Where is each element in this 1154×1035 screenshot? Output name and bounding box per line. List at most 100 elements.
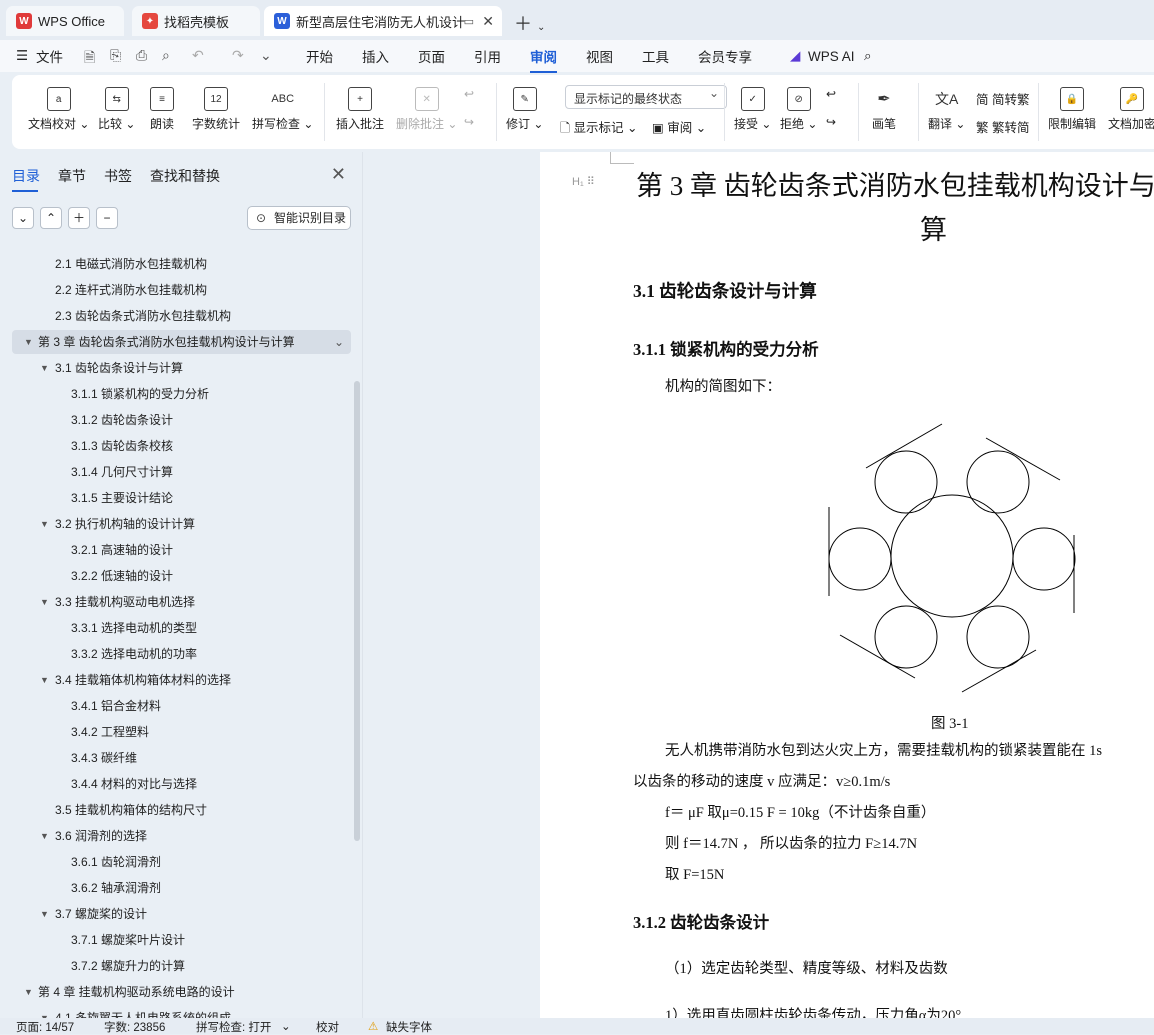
toc-item[interactable]: ▼ 3.7 螺旋桨的设计 [0,902,352,926]
toc-item[interactable]: ▼ 3.3 挂载机构驱动电机选择 [0,590,352,614]
next-comment-icon[interactable]: ↪ [464,115,474,129]
expand-triangle-icon[interactable]: ▼ [40,512,49,536]
prev-comment-icon[interactable]: ↩ [464,87,474,101]
undo-icon[interactable]: ↶ [192,47,204,64]
menu-file[interactable]: 文件 [36,46,63,66]
toc-item-selected[interactable]: ▼ 第 3 章 齿轮齿条式消防水包挂载机构设计与计算 [12,330,351,354]
expand-triangle-icon[interactable]: ▼ [24,330,33,354]
new-tab-icon[interactable]: ＋ ⌄ [514,10,545,36]
toc-item[interactable]: ▼ 4.1 多旋翼无人机电路系统的组成 [0,1006,352,1018]
page-indicator[interactable]: 页面: 14/57 [16,1019,74,1035]
remove-heading-icon[interactable]: − [96,207,118,229]
prev-change-icon[interactable]: ↩ [826,87,836,101]
menu-review[interactable]: 审阅 [530,46,557,73]
menu-insert[interactable]: 插入 [362,46,389,66]
toc-item[interactable]: ▼ 3.4 挂载箱体机构箱体材料的选择 [0,668,352,692]
tab-find-replace[interactable]: 查找和替换 [150,166,220,186]
toc-item[interactable]: 2.2 连杆式消防水包挂载机构 [0,278,352,302]
smart-toc-button[interactable]: 智能识别目录 [247,206,351,230]
toc-item[interactable]: 3.3.1 选择电动机的类型 [0,616,352,640]
reject-button[interactable]: ⊘ 拒绝 ⌄ [780,87,817,132]
menu-start[interactable]: 开始 [306,46,333,66]
toc-item[interactable]: ▼ 3.1 齿轮齿条设计与计算 [0,356,352,380]
expand-triangle-icon[interactable]: ▼ [40,590,49,614]
toc-item[interactable]: 3.2.1 高速轴的设计 [0,538,352,562]
to-simplified-button[interactable]: 繁 繁转简 [976,117,1030,136]
close-tab-icon[interactable]: ✕ [482,13,494,30]
expand-triangle-icon[interactable]: ▼ [40,824,49,848]
delete-comment-button[interactable]: ✕ 删除批注 ⌄ [396,87,457,132]
toc-item[interactable]: 3.4.2 工程塑料 [0,720,352,744]
collapse-icon[interactable]: ⌄ [12,207,34,229]
close-pane-icon[interactable]: ✕ [331,164,346,185]
chevron-down-icon[interactable]: ⌄ [281,1019,291,1033]
toc-item[interactable]: 3.1.2 齿轮齿条设计 [0,408,352,432]
menu-page[interactable]: 页面 [418,46,445,66]
expand-triangle-icon[interactable]: ▼ [40,668,49,692]
next-change-icon[interactable]: ↪ [826,115,836,129]
redo-icon[interactable]: ↷ [232,47,244,64]
markup-state-select[interactable]: 显示标记的最终状态 [565,85,727,109]
read-aloud-button[interactable]: ≡ 朗读 [150,87,174,132]
word-count-button[interactable]: 12 字数统计 [192,87,240,132]
export-icon[interactable]: ⎘ [110,47,121,64]
toc-item[interactable]: 2.1 电磁式消防水包挂载机构 [0,252,352,276]
toc-item[interactable]: 3.1.1 锁紧机构的受力分析 [0,382,352,406]
toc-item[interactable]: 3.5 挂载机构箱体的结构尺寸 [0,798,352,822]
menu-reference[interactable]: 引用 [474,46,501,66]
toc-item[interactable]: 3.2.2 低速轴的设计 [0,564,352,588]
hamburger-icon[interactable]: ☰ [16,48,28,64]
toc-item[interactable]: ▼ 第 4 章 挂载机构驱动系统电路的设计 [0,980,352,1004]
toc-item[interactable]: ▼ 3.6 润滑剂的选择 [0,824,352,848]
restrict-edit-button[interactable]: 🔒 限制编辑 [1048,87,1096,132]
to-traditional-button[interactable]: 简 简转繁 [976,89,1030,108]
menu-wps-ai[interactable]: WPS AI [808,49,855,64]
tab-toc[interactable]: 目录 [12,166,40,192]
chevron-down-icon[interactable]: ⌄ [260,47,272,64]
menu-membership[interactable]: 会员专享 [698,46,752,66]
search-icon[interactable]: ⌕ [864,48,872,64]
pen-button[interactable]: ✒ 画笔 [872,87,896,132]
toc-item[interactable]: 3.1.4 几何尺寸计算 [0,460,352,484]
toc-item[interactable]: 3.4.4 材料的对比与选择 [0,772,352,796]
toc-item[interactable]: 3.6.2 轴承润滑剂 [0,876,352,900]
menu-tools[interactable]: 工具 [642,46,669,66]
toc-item[interactable]: 3.7.1 螺旋桨叶片设计 [0,928,352,952]
add-heading-icon[interactable]: ＋ [68,207,90,229]
menu-view[interactable]: 视图 [586,46,613,66]
tab-bookmarks[interactable]: 书签 [104,166,132,186]
expand-triangle-icon[interactable]: ▼ [40,902,49,926]
accept-button[interactable]: ✓ 接受 ⌄ [734,87,771,132]
proofread-button[interactable]: a 文档校对 ⌄ [28,87,89,132]
track-changes-button[interactable]: ✎ 修订 ⌄ [506,87,543,132]
toc-item[interactable]: 3.3.2 选择电动机的功率 [0,642,352,666]
document-page[interactable]: H₁ ⠿ 第 3 章 齿轮齿条式消防水包挂载机构设计与计 算 3.1 齿轮齿条设… [540,152,1154,1018]
spell-check-button[interactable]: ABC 拼写检查 ⌄ [252,87,313,132]
expand-icon[interactable]: ⌃ [40,207,62,229]
toc-item[interactable]: ▼ 3.2 执行机构轴的设计计算 [0,512,352,536]
tab-wps-office[interactable]: W WPS Office [6,6,124,36]
insert-comment-button[interactable]: + 插入批注 [336,87,384,132]
toc-item[interactable]: 2.3 齿轮齿条式消防水包挂载机构 [0,304,352,328]
print-preview-icon[interactable]: ⌕ [162,47,170,64]
heading-handle-icon[interactable]: H₁ ⠿ [572,175,595,188]
toc-item[interactable]: 3.7.2 螺旋升力的计算 [0,954,352,978]
proof-status[interactable]: 校对 [316,1019,339,1035]
encrypt-button[interactable]: 🔑 文档加密 [1108,87,1154,132]
tab-sections[interactable]: 章节 [58,166,86,186]
expand-triangle-icon[interactable]: ▼ [40,1006,49,1018]
toc-item[interactable]: 3.4.1 铝合金材料 [0,694,352,718]
spell-check-status[interactable]: 拼写检查: 打开 [196,1019,271,1035]
print-icon[interactable]: ⎙ [136,47,147,64]
toc-item[interactable]: 3.6.1 齿轮润滑剂 [0,850,352,874]
screen-icon[interactable]: ▭ [464,15,474,28]
save-icon[interactable]: 🗎 [84,47,95,71]
translate-button[interactable]: 文A 翻译 ⌄ [928,87,965,132]
toc-item[interactable]: 3.1.5 主要设计结论 [0,486,352,510]
show-markup-button[interactable]: 🗋 显示标记 ⌄ [560,117,638,140]
toc-item[interactable]: 3.1.3 齿轮齿条校核 [0,434,352,458]
toc-item[interactable]: 3.4.3 碳纤维 [0,746,352,770]
tab-document[interactable]: W 新型高层住宅消防无人机设计 ▭ ✕ [264,6,502,36]
missing-font-status[interactable]: 缺失字体 [386,1019,432,1035]
expand-triangle-icon[interactable]: ▼ [40,356,49,380]
